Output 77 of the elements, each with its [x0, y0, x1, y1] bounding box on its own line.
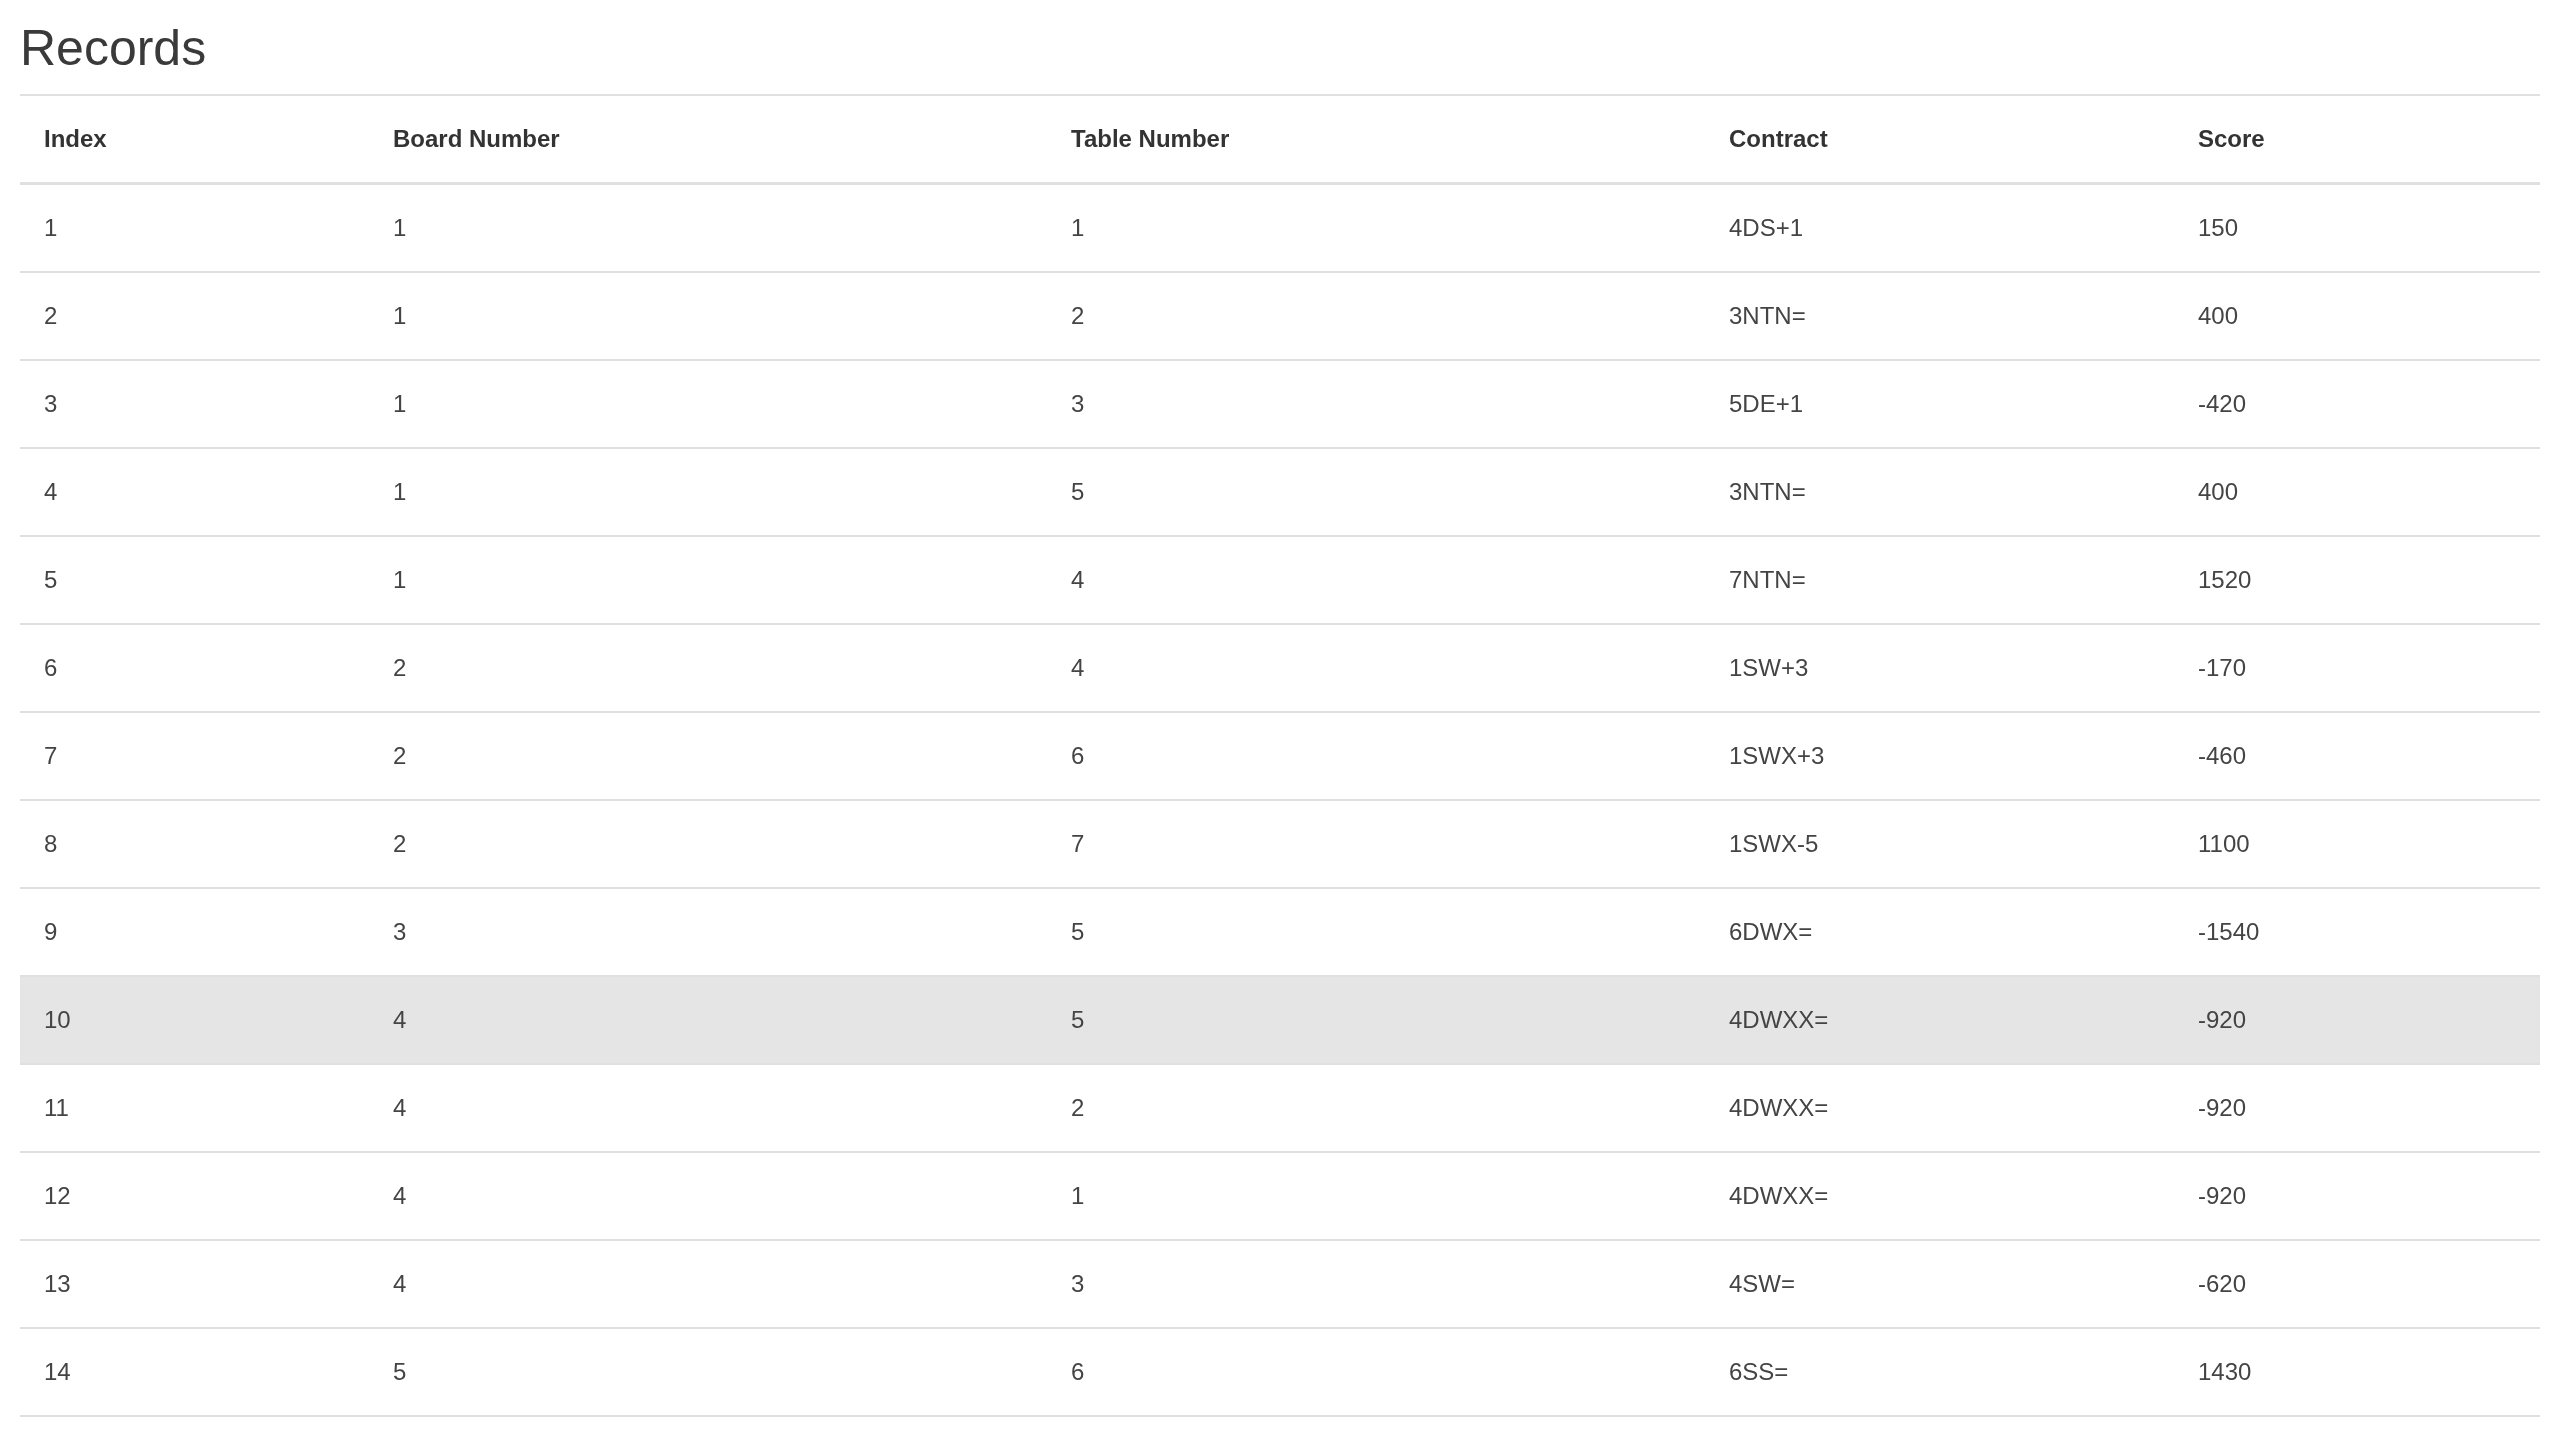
table-cell-text: 1520	[2197, 566, 2253, 594]
table-cell-text: 3	[392, 918, 408, 946]
table-cell-text: 2	[392, 654, 408, 682]
table-cell-text: 6DWX=	[1728, 918, 1814, 946]
table-cell-text: 4	[43, 478, 59, 506]
table-cell-text: -170	[2197, 654, 2248, 682]
table-cell-text: 5	[1070, 1006, 1086, 1034]
table-cell-text: 9	[43, 918, 59, 946]
column-header: Board Number	[392, 125, 561, 153]
table-cell-text: 8	[43, 830, 59, 858]
page-title: Records	[20, 19, 208, 78]
table-cell-text: 3	[1070, 390, 1086, 418]
table-cell-text: 2	[1070, 1094, 1086, 1122]
table-cell-text: -920	[2197, 1182, 2248, 1210]
table-cell-text: 1	[392, 566, 408, 594]
table-cell-text: -920	[2197, 1006, 2248, 1034]
table-cell-text: 3NTN=	[1728, 478, 1807, 506]
table-cell-text: -620	[2197, 1270, 2248, 1298]
table-cell-text: 1	[1070, 214, 1086, 242]
table-cell-text: 6SS=	[1728, 1358, 1790, 1386]
table-row[interactable]: 10 4 5 4DWXX= -920	[20, 977, 2540, 1065]
table-cell-text: 4	[1070, 566, 1086, 594]
table-cell-text: 400	[2197, 478, 2240, 506]
table-cell-text: 7NTN=	[1728, 566, 1807, 594]
table-cell-text: 150	[2197, 214, 2240, 242]
table-cell-text: -1540	[2197, 918, 2261, 946]
table-cell-text: 4SW=	[1728, 1270, 1797, 1298]
table-cell-text: 4	[392, 1270, 408, 1298]
table-cell-text: 3NTN=	[1728, 302, 1807, 330]
table-cell-text: 14	[43, 1358, 72, 1386]
table-cell-text: 4	[392, 1182, 408, 1210]
table-cell-text: 2	[43, 302, 59, 330]
table-cell-text: 2	[1070, 302, 1086, 330]
table-cell-text: 5DE+1	[1728, 390, 1805, 418]
table-cell-text: 4DS+1	[1728, 214, 1805, 242]
table-cell-text: 1	[392, 390, 408, 418]
table-cell-text: 4DWXX=	[1728, 1006, 1830, 1034]
table-cell-text: -460	[2197, 742, 2248, 770]
table-cell-text: 4DWXX=	[1728, 1094, 1830, 1122]
table-cell-text: -920	[2197, 1094, 2248, 1122]
table-cell-text: 1SW+3	[1728, 654, 1810, 682]
table-cell-text: 1	[392, 214, 408, 242]
table-cell-text: 4	[1070, 654, 1086, 682]
table-cell-text: 5	[1070, 478, 1086, 506]
table-cell-text: -420	[2197, 390, 2248, 418]
table-cell-text: 4	[392, 1094, 408, 1122]
table-cell-text: 1SWX+3	[1728, 742, 1826, 770]
table-cell-text: 12	[43, 1182, 72, 1210]
table-cell-text: 5	[392, 1358, 408, 1386]
table-cell-text: 7	[43, 742, 59, 770]
table-cell-text: 1	[392, 302, 408, 330]
table-cell-text: 3	[1070, 1270, 1086, 1298]
column-header: Contract	[1728, 125, 1829, 153]
table-cell-text: 1	[43, 214, 59, 242]
table-cell-text: 2	[392, 742, 408, 770]
table-cell-text: 10	[43, 1006, 72, 1034]
table-cell-text: 4	[392, 1006, 408, 1034]
table-cell-text: 1SWX-5	[1728, 830, 1820, 858]
table-cell-text: 7	[1070, 830, 1086, 858]
table-cell-text: 1430	[2197, 1358, 2253, 1386]
table-cell-text: 4DWXX=	[1728, 1182, 1830, 1210]
table-cell-text: 6	[1070, 1358, 1086, 1386]
table-cell-text: 5	[1070, 918, 1086, 946]
table-cell-text: 400	[2197, 302, 2240, 330]
table-cell-text: 1100	[2197, 830, 2251, 858]
table-cell-text: 1	[1070, 1182, 1086, 1210]
table-cell-text: 2	[392, 830, 408, 858]
column-header: Score	[2197, 125, 2266, 153]
table-cell-text: 3	[43, 390, 59, 418]
table-cell-text: 1	[392, 478, 408, 506]
table-cell-text: 6	[43, 654, 59, 682]
column-header: Table Number	[1070, 125, 1231, 153]
table-cell-text: 11	[43, 1094, 70, 1122]
table-cell-text: 6	[1070, 742, 1086, 770]
table-cell-text: 5	[43, 566, 59, 594]
table-cell-text: 13	[43, 1270, 72, 1298]
column-header: Index	[43, 125, 108, 153]
